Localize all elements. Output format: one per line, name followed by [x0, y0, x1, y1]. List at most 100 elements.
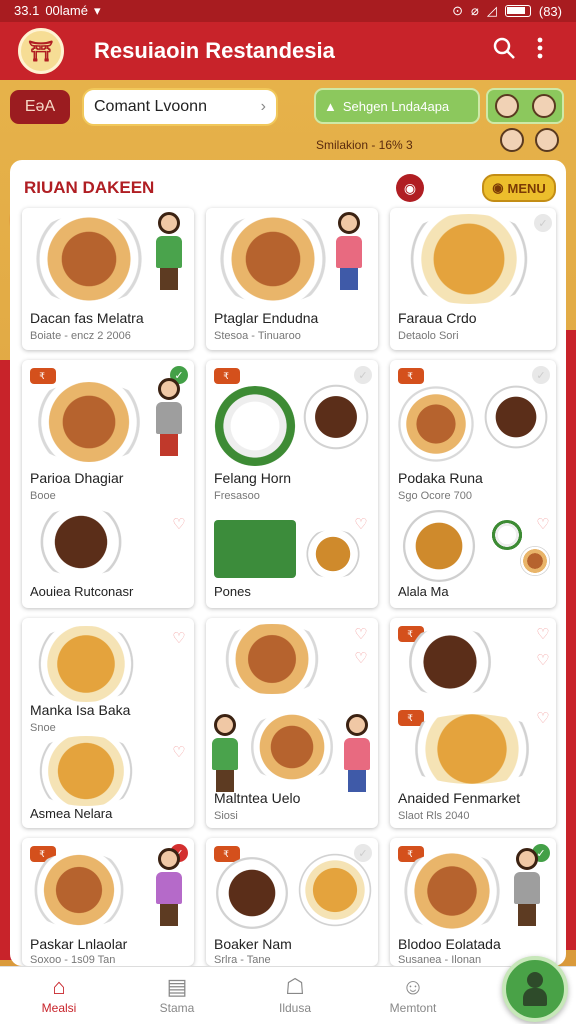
dish-name: Ptaglar Endudna: [214, 310, 319, 326]
dish-image: [394, 214, 544, 304]
waiter-figure: [154, 212, 184, 292]
dish-name: Anaided Fenmarket: [398, 790, 521, 806]
dropdown-arrow-icon: ▾: [93, 3, 101, 18]
person-icon: [523, 972, 547, 1006]
favorite-icon[interactable]: ♡: [170, 630, 188, 648]
bottom-nav: ⌂ Mealsi ▤ Stama ☖ Ildusa ☺ Memtont: [0, 966, 576, 1024]
favorite-icon[interactable]: ♡: [534, 626, 552, 644]
price-badge: ₹: [214, 368, 240, 384]
nav-label: Memtont: [389, 1001, 437, 1015]
app-bar: ⛩ Resuiaoin Restandesia: [0, 22, 576, 80]
avatar: [531, 94, 556, 118]
dish-image: [26, 508, 136, 576]
dish-name: Maltntea Uelo: [214, 790, 301, 806]
dish-image: [394, 386, 478, 462]
dish-name: Dacan fas Melatra: [30, 310, 144, 326]
dish-desc: Soxoo - 1s09 Tan: [30, 954, 116, 966]
dish-image: [298, 382, 374, 452]
dish-image: [214, 520, 296, 578]
menu-label: MENU: [507, 180, 546, 196]
dish-image: [394, 510, 484, 582]
select-button[interactable]: ▲ Sehgen Lnda4apa: [314, 88, 480, 124]
nav-item-stama[interactable]: ▤ Stama: [118, 967, 236, 1024]
menu-card[interactable]: ₹ ✓ Paskar Lnlaolar Soxoo - 1s09 Tan: [22, 838, 194, 966]
check-icon[interactable]: ✓: [354, 366, 372, 384]
favorite-icon[interactable]: ♡: [170, 516, 188, 534]
dish-image: [240, 714, 344, 780]
more-options-icon[interactable]: [522, 37, 558, 65]
dish-image: [394, 714, 550, 784]
search-icon[interactable]: [486, 36, 522, 66]
home-icon: ⌂: [52, 974, 66, 999]
menu-card[interactable]: ♡ ♡ Maltntea Uelo Siosi: [206, 618, 378, 828]
waiter-figure: [342, 714, 372, 794]
menu-sheet: RIUAN DAKEEN ◉ ◉ MENU Dacan fas Melatra …: [10, 160, 566, 966]
dish-image: [26, 736, 146, 806]
dish-desc: Snoe: [30, 722, 56, 734]
menu-card[interactable]: ₹ ✓ Podaka Runa Sgo Ocore 700 ♡ Alala Ma: [390, 360, 556, 608]
dish-image: [298, 530, 368, 578]
menu-card[interactable]: ♡ Manka Isa Baka Snoe ♡ Asmea Nelara: [22, 618, 194, 828]
menu-card[interactable]: ₹ ✓ Blodoo Eolatada Susanea - Ilonan: [390, 838, 556, 966]
dish-desc: Detaolo Sori: [398, 330, 459, 342]
dropdown-value: Comant Lvoonn: [94, 98, 207, 115]
dish-desc: Sgo Ocore 700: [398, 490, 472, 502]
menu-card[interactable]: ₹ ✓ Boaker Nam Srlra - Tane: [206, 838, 378, 966]
back-button[interactable]: EəA: [10, 90, 70, 124]
restaurant-logo[interactable]: ⛩: [18, 28, 64, 74]
nav-label: Ildusa: [278, 1001, 312, 1015]
status-time: 33.1: [14, 3, 40, 18]
app-title: Resuiaoin Restandesia: [94, 38, 335, 63]
dish-name: Parioa Dhagiar: [30, 470, 124, 486]
favorite-icon[interactable]: ♡: [534, 516, 552, 534]
nav-label: Mealsi: [41, 1001, 77, 1015]
status-bar: 33.1 00lamé ▾ ⊙ ⌀ ◿ (83): [0, 0, 576, 22]
favorite-icon[interactable]: ♡: [352, 626, 370, 644]
favorite-icon[interactable]: ♡: [352, 516, 370, 534]
favorite-icon[interactable]: ♡: [352, 650, 370, 668]
dish-image: [296, 852, 374, 928]
menu-card[interactable]: ₹ ♡ ♡ ₹ ♡ Anaided Fenmarket Slaot Rls 20…: [390, 618, 556, 828]
price-badge: ₹: [30, 368, 56, 384]
waiter-figure: [512, 848, 542, 928]
compass-icon[interactable]: ◉: [396, 174, 424, 202]
waiter-figure: [210, 714, 240, 794]
menu-card[interactable]: Ptaglar Endudna Stesoa - Tinuaroo: [206, 208, 378, 350]
staff-avatars-top[interactable]: [486, 88, 564, 124]
alarm-icon: ⊙: [452, 3, 464, 18]
dish-desc: Slaot Rls 2040: [398, 810, 470, 822]
nav-item-ildusa[interactable]: ☖ Ildusa: [236, 967, 354, 1024]
menu-card[interactable]: ✓ Faraua Crdo Detaolo Sori: [390, 208, 556, 350]
select-label: Sehgen Lnda4apa: [342, 98, 450, 114]
favorite-icon[interactable]: ♡: [534, 710, 552, 728]
dish-image: [212, 624, 332, 694]
category-dropdown[interactable]: Comant Lvoonn ›: [82, 88, 278, 126]
people-icon: ☺: [401, 974, 425, 999]
menu-button[interactable]: ◉ MENU: [482, 174, 556, 202]
check-icon[interactable]: ✓: [532, 366, 550, 384]
waiter-figure: [334, 212, 364, 292]
dish-name: Aouiea Rutconasr: [30, 584, 134, 599]
profile-fab[interactable]: [502, 956, 568, 1022]
nav-item-memtont[interactable]: ☺ Memtont: [354, 967, 472, 1024]
dish-name: Faraua Crdo: [398, 310, 477, 326]
dish-image: [24, 852, 134, 928]
waiter-figure: [154, 378, 184, 458]
mute-icon: ⌀: [471, 3, 479, 18]
dish-image: [480, 382, 552, 452]
check-icon[interactable]: ✓: [534, 214, 552, 232]
menu-card[interactable]: ₹ ✓ Felang Horn Fresasoo ♡ Pones: [206, 360, 378, 608]
menu-card[interactable]: Dacan fas Melatra Boiate - encz 2 2006: [22, 208, 194, 350]
favorite-icon[interactable]: ♡: [170, 744, 188, 762]
price-badge: ₹: [398, 368, 424, 384]
nav-item-meals[interactable]: ⌂ Mealsi: [0, 967, 118, 1024]
dish-name: Paskar Lnlaolar: [30, 936, 128, 952]
dish-image: [208, 856, 296, 930]
staff-avatars-bottom[interactable]: [494, 128, 564, 152]
dish-image: [518, 546, 552, 576]
menu-card[interactable]: ₹ ✓ Parioa Dhagiar Booe ♡ Aouiea Rutcona…: [22, 360, 194, 608]
dish-desc: Susanea - Ilonan: [398, 954, 482, 966]
dish-image: [210, 386, 300, 466]
favorite-icon[interactable]: ♡: [534, 652, 552, 670]
dish-image: [26, 626, 146, 702]
